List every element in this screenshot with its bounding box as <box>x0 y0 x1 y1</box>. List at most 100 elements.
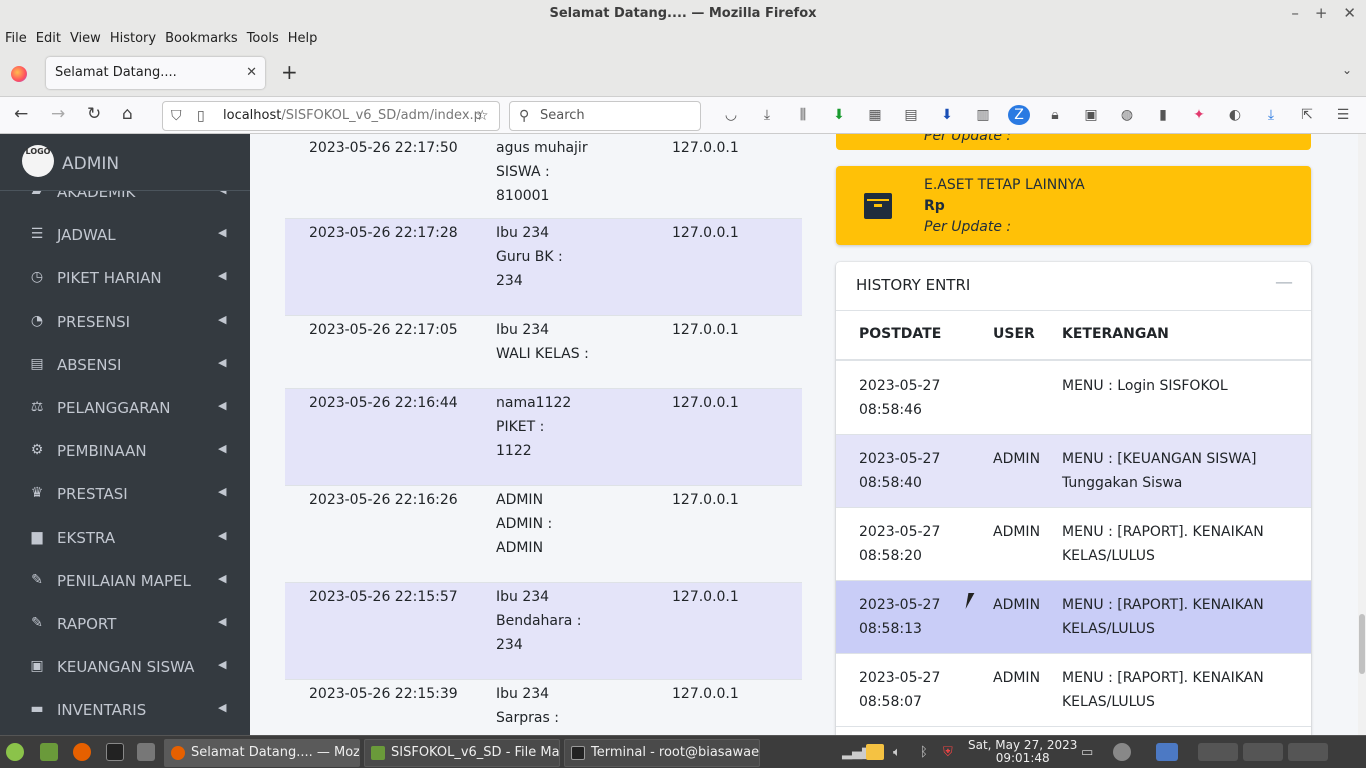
tab-bar: Selamat Datang.... ✕ <box>0 49 1366 97</box>
row-user-line: PIKET : <box>496 419 545 435</box>
puzzle-icon[interactable]: ▮ <box>1152 105 1174 125</box>
menu-file[interactable]: File <box>5 31 27 46</box>
extensions-icon[interactable]: ⇱ <box>1296 105 1318 125</box>
workspace-3-icon[interactable] <box>1243 743 1283 761</box>
library-icon[interactable]: ⫼ <box>792 105 814 125</box>
archive-icon <box>864 193 892 219</box>
menu-history[interactable]: History <box>110 31 156 46</box>
tab-list-chevron-icon[interactable]: ⌄ <box>1342 63 1352 77</box>
close-window-icon[interactable]: ✕ <box>1343 0 1356 27</box>
sidebar-item-raport[interactable]: ✎ RAPORT ◀ <box>0 606 250 644</box>
sidebar-item-ekstra[interactable]: ▆ EKSTRA ◀ <box>0 520 250 558</box>
menu-help[interactable]: Help <box>288 31 318 46</box>
workspace-2-icon[interactable] <box>1198 743 1238 761</box>
table-row: 2023-05-27 08:58:20 ADMIN MENU : [RAPORT].… <box>836 508 1311 581</box>
sidebar-item-pelanggaran[interactable]: ⚖ PELANGGARAN ◀ <box>0 390 250 428</box>
task-terminal[interactable]: Terminal - root@biasawae /... <box>564 739 760 767</box>
sidebar-item-presensi[interactable]: ◔ PRESENSI ◀ <box>0 304 250 342</box>
chevron-left-icon: ◀ <box>218 485 227 498</box>
globe-icon[interactable]: ◍ <box>1116 105 1138 125</box>
close-tab-icon[interactable]: ✕ <box>246 57 257 89</box>
download-icon[interactable]: ⤓ <box>756 105 778 125</box>
reload-icon[interactable]: ↻ <box>87 104 101 124</box>
clock[interactable]: Sat, May 27, 2023 09:01:48 <box>968 739 1077 765</box>
z-icon[interactable]: Z <box>1008 105 1030 125</box>
table-row: 2023-05-26 22:16:26 ADMIN ADMIN : ADMIN 127.… <box>285 486 802 583</box>
sidebar-item-piket-harian[interactable]: ◷ PIKET HARIAN ◀ <box>0 260 250 298</box>
back-icon[interactable]: ← <box>14 104 28 124</box>
green-download-icon[interactable]: ⬇ <box>828 105 850 125</box>
page-scrollbar[interactable] <box>1358 134 1366 735</box>
arrow-down-icon[interactable]: ⤓ <box>1260 105 1282 125</box>
history-user: ADMIN <box>993 451 1041 467</box>
sidebar-item-inventaris[interactable]: ▬ INVENTARIS ◀ <box>0 692 250 730</box>
forward-icon[interactable]: → <box>51 104 65 124</box>
sidebar-item-absensi[interactable]: ▤ ABSENSI ◀ <box>0 347 250 385</box>
history-date: 2023-05-27 08:58:13 <box>859 597 941 637</box>
pocket-icon[interactable]: ◡ <box>720 105 742 125</box>
workspace-4-icon[interactable] <box>1288 743 1328 761</box>
home-icon[interactable]: ⌂ <box>122 104 133 124</box>
files-launcher-icon[interactable] <box>137 743 155 761</box>
grid-icon[interactable]: ▥ <box>972 105 994 125</box>
hamburger-menu-icon[interactable]: ☰ <box>1332 105 1354 125</box>
qr-icon[interactable]: ▣ <box>1080 105 1102 125</box>
extension-icon[interactable]: ▦ <box>864 105 886 125</box>
update-shield-icon[interactable]: ⛨ <box>943 745 953 760</box>
sidebar-icon[interactable]: ▤ <box>900 105 922 125</box>
mint-menu-icon[interactable] <box>6 743 24 761</box>
shield-icon[interactable]: ⛉ <box>171 102 182 130</box>
brand[interactable]: LOGO ADMIN <box>0 134 250 191</box>
clock-time: 09:01:48 <box>995 751 1050 765</box>
url-bar[interactable]: ⛉ ▯ localhost/SISFOKOL_v6_SD/adm/index.p… <box>162 101 500 131</box>
cogs-icon: ⚙ <box>30 442 44 458</box>
chevron-left-icon: ◀ <box>218 529 227 542</box>
toggle-icon[interactable]: ◐ <box>1224 105 1246 125</box>
menu-tools[interactable]: Tools <box>247 31 279 46</box>
main-content: 2023-05-26 22:17:50 agus muhajir SISWA : 81… <box>250 134 1358 735</box>
notes-icon[interactable] <box>866 744 884 760</box>
scrollbar-thumb[interactable] <box>1359 614 1365 674</box>
sidebar-item-penilaian-mapel[interactable]: ✎ PENILAIAN MAPEL ◀ <box>0 563 250 601</box>
chevron-left-icon: ◀ <box>218 701 227 714</box>
workspace-1-icon[interactable] <box>1156 743 1178 761</box>
circle-tray-icon[interactable] <box>1113 743 1131 761</box>
lock-icon[interactable]: 🔒︎ <box>1044 105 1066 125</box>
colorful-icon[interactable]: ✦ <box>1188 105 1210 125</box>
sidebar-item-keuangan-siswa[interactable]: ▣ KEUANGAN SISWA ◀ <box>0 649 250 687</box>
search-bar[interactable]: ⚲ Search <box>509 101 701 131</box>
bluetooth-icon[interactable]: ᛒ <box>920 745 928 760</box>
show-desktop-icon[interactable] <box>40 743 58 761</box>
browser-tab[interactable]: Selamat Datang.... ✕ <box>46 57 265 89</box>
url-host: localhost <box>223 108 282 123</box>
table-row: 2023-05-26 22:16:44 nama1122 PIKET : 1122 12… <box>285 389 802 486</box>
terminal-launcher-icon[interactable] <box>106 743 124 761</box>
sidebar-item-pembinaan[interactable]: ⚙ PEMBINAAN ◀ <box>0 433 250 471</box>
blue-download-icon[interactable]: ⬇ <box>936 105 958 125</box>
collapse-minus-icon[interactable]: — <box>1275 272 1293 293</box>
firefox-launcher-icon[interactable] <box>73 743 91 761</box>
sidebar-item-prestasi[interactable]: ♛ PRESTASI ◀ <box>0 476 250 514</box>
menu-view[interactable]: View <box>70 31 101 46</box>
history-date: 2023-05-27 08:58:20 <box>859 524 941 564</box>
battery-icon[interactable]: ▭ <box>1081 745 1093 760</box>
chevron-left-icon: ◀ <box>218 399 227 412</box>
row-user-line: agus muhajir <box>496 140 588 156</box>
row-user-line: 234 <box>496 637 523 653</box>
history-user: ADMIN <box>993 670 1041 686</box>
briefcase-icon: ▆ <box>31 529 43 545</box>
chevron-left-icon: ◀ <box>218 269 227 282</box>
maximize-icon[interactable]: + <box>1315 0 1328 27</box>
new-tab-icon[interactable]: + <box>281 60 298 84</box>
page-icon[interactable]: ▯ <box>197 102 205 130</box>
menu-edit[interactable]: Edit <box>36 31 61 46</box>
table-row: 2023-05-27 08:58:13 ADMIN MENU : [RAPORT].… <box>836 581 1311 654</box>
bookmark-star-icon[interactable]: ☆ <box>476 102 489 130</box>
task-file-manager[interactable]: SISFOKOL_v6_SD - File Mana... <box>364 739 560 767</box>
menu-bookmarks[interactable]: Bookmarks <box>165 31 238 46</box>
sidebar-item-jadwal[interactable]: ☰ JADWAL ◀ <box>0 217 250 255</box>
task-firefox[interactable]: Selamat Datang.... — Mozilla... <box>164 739 360 767</box>
firefox-task-icon <box>171 746 185 760</box>
volume-icon[interactable]: 🔈︎ <box>893 745 901 760</box>
minimize-icon[interactable]: – <box>1291 0 1299 27</box>
